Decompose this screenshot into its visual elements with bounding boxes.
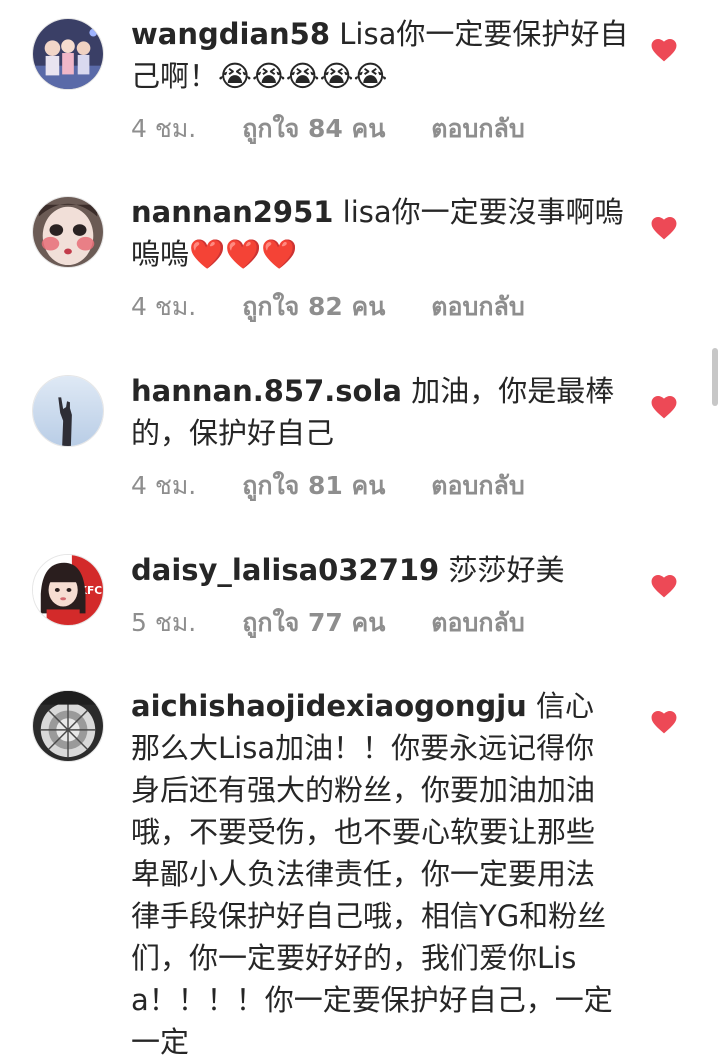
comment-meta: 4 ชม. ถูกใจ 82 คน ตอบกลับ [131, 287, 631, 327]
reply-button[interactable]: ตอบกลับ [431, 114, 524, 143]
reply-button[interactable]: ตอบกลับ [431, 292, 524, 321]
avatar[interactable] [32, 690, 104, 762]
sky-silhouette-avatar-icon [33, 376, 103, 446]
avatar[interactable] [32, 196, 104, 268]
comment-text: aichishaojidexiaogongju 信心那么大Lisa加油！！你要永… [131, 685, 621, 1063]
comment-username[interactable]: hannan.857.sola [131, 374, 402, 408]
heart-icon[interactable] [651, 38, 677, 62]
comment-text: nannan2951 lisa你一定要沒事啊嗚嗚嗚❤️❤️❤️ [131, 191, 631, 275]
comment-text: hannan.857.sola 加油，你是最棒的，保护好自己 [131, 370, 631, 454]
scrollbar[interactable] [712, 348, 718, 406]
comment-username[interactable]: nannan2951 [131, 195, 333, 229]
comment-meta: 4 ชม. ถูกใจ 84 คน ตอบกลับ [131, 109, 631, 149]
comment-likes[interactable]: ถูกใจ 81 คน [242, 471, 385, 500]
heart-icon[interactable] [651, 574, 677, 598]
heart-icon[interactable] [651, 216, 677, 240]
comment-username[interactable]: aichishaojidexiaogongju [131, 689, 527, 723]
concert-photo-avatar-icon [33, 19, 103, 89]
comment-text: daisy_lalisa032719 莎莎好美 [131, 549, 631, 591]
reply-button[interactable]: ตอบกลับ [431, 608, 524, 637]
reply-button[interactable]: ตอบกลับ [431, 471, 524, 500]
heart-icon[interactable] [651, 710, 677, 734]
comment-username[interactable]: daisy_lalisa032719 [131, 553, 439, 587]
avatar[interactable] [32, 18, 104, 90]
comment-body: 信心那么大Lisa加油！！你要永远记得你身后还有强大的粉丝，你要加油加油哦，不要… [131, 689, 613, 1059]
comment-time: 4 ชม. [131, 114, 197, 143]
heart-icon[interactable] [651, 395, 677, 419]
face-avatar-icon [33, 197, 103, 267]
comment-time: 4 ชม. [131, 471, 197, 500]
dome-avatar-icon [33, 691, 103, 761]
comment-likes[interactable]: ถูกใจ 77 คน [242, 608, 385, 637]
comment-time: 4 ชม. [131, 292, 197, 321]
comment-meta: 4 ชม. ถูกใจ 81 คน ตอบกลับ [131, 466, 631, 506]
comment-meta: 5 ชม. ถูกใจ 77 คน ตอบกลับ [131, 603, 631, 643]
avatar[interactable] [32, 375, 104, 447]
comment-likes[interactable]: ถูกใจ 82 คน [242, 292, 385, 321]
avatar[interactable]: KFC [32, 554, 104, 626]
comment-text: wangdian58 Lisa你一定要保护好自己啊！😭😭😭😭😭 [131, 13, 631, 97]
girl-kfc-avatar-icon: KFC [33, 555, 103, 625]
comment-username[interactable]: wangdian58 [131, 17, 330, 51]
comment-likes[interactable]: ถูกใจ 84 คน [242, 114, 385, 143]
comment-time: 5 ชม. [131, 608, 197, 637]
comment-body: 莎莎好美 [448, 553, 565, 587]
